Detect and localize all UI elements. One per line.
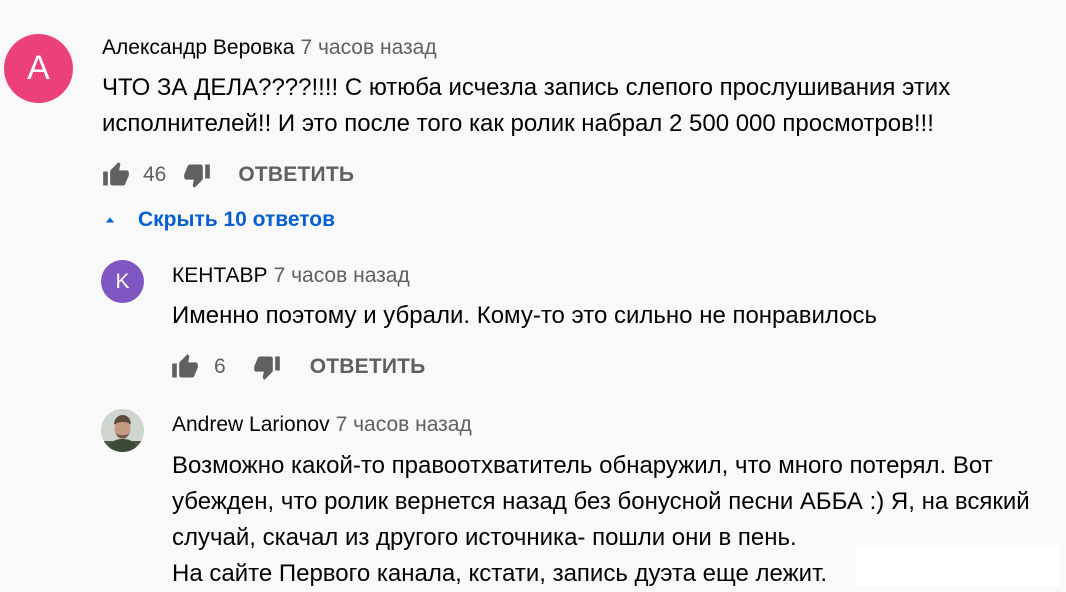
thumbs-up-icon [172, 354, 198, 378]
hide-replies-label: Скрыть 10 ответов [138, 208, 336, 231]
thumbs-down-icon [184, 164, 211, 188]
avatar[interactable]: A [4, 34, 73, 103]
comment-header: КЕНТАВР 7 часов назад [172, 264, 410, 288]
comment-text-line: Именно поэтому и убрали. Кому-то это сил… [172, 302, 878, 329]
thumbs-down-icon [253, 356, 280, 380]
reply-button[interactable]: ОТВЕТИТЬ [238, 163, 354, 187]
like-button[interactable] [101, 160, 131, 190]
author-name[interactable]: Александр Веровка [102, 36, 294, 59]
comment-text-line: Возможно какой-то правоотхватитель обнар… [172, 452, 993, 479]
comment-time[interactable]: 7 часов назад [274, 264, 410, 287]
comment-text-line: исполнителей!! И это после того как роли… [102, 110, 934, 137]
comment-actions: 6 ОТВЕТИТЬ [170, 352, 425, 382]
author-name[interactable]: Andrew Larionov [172, 413, 330, 436]
caret-up-icon [105, 217, 115, 223]
reply-button[interactable]: ОТВЕТИТЬ [310, 355, 426, 379]
dislike-button[interactable] [252, 352, 282, 382]
avatar-letter: A [27, 49, 50, 87]
avatar[interactable] [101, 409, 144, 452]
thumbs-up-icon [103, 162, 129, 186]
comment-header: Andrew Larionov 7 часов назад [172, 413, 472, 437]
comment-time[interactable]: 7 часов назад [336, 413, 472, 436]
author-name[interactable]: КЕНТАВР [172, 264, 268, 287]
avatar-letter: K [115, 269, 130, 293]
like-count: 6 [214, 355, 226, 378]
comment-text-line: ЧТО ЗА ДЕЛА????!!!! С ютюба исчезла запи… [102, 74, 951, 101]
like-button[interactable] [170, 352, 200, 382]
blank-overlay [856, 545, 1060, 586]
like-count: 46 [143, 163, 167, 186]
comment-text: Именно поэтому и убрали. Кому-то это сил… [172, 298, 877, 334]
hide-replies-button[interactable]: Скрыть 10 ответов [100, 208, 335, 232]
user-photo-icon [101, 409, 144, 452]
comment-header: Александр Веровка 7 часов назад [102, 36, 437, 60]
comment-actions: 46 ОТВЕТИТЬ [101, 160, 354, 190]
comment-text: ЧТО ЗА ДЕЛА????!!!! С ютюба исчезла запи… [102, 70, 950, 142]
dislike-button[interactable] [182, 160, 212, 190]
comment-text-line: убежден, что ролик вернется назад без бо… [172, 488, 1030, 515]
avatar[interactable]: K [101, 260, 144, 303]
comment-time[interactable]: 7 часов назад [300, 36, 436, 59]
